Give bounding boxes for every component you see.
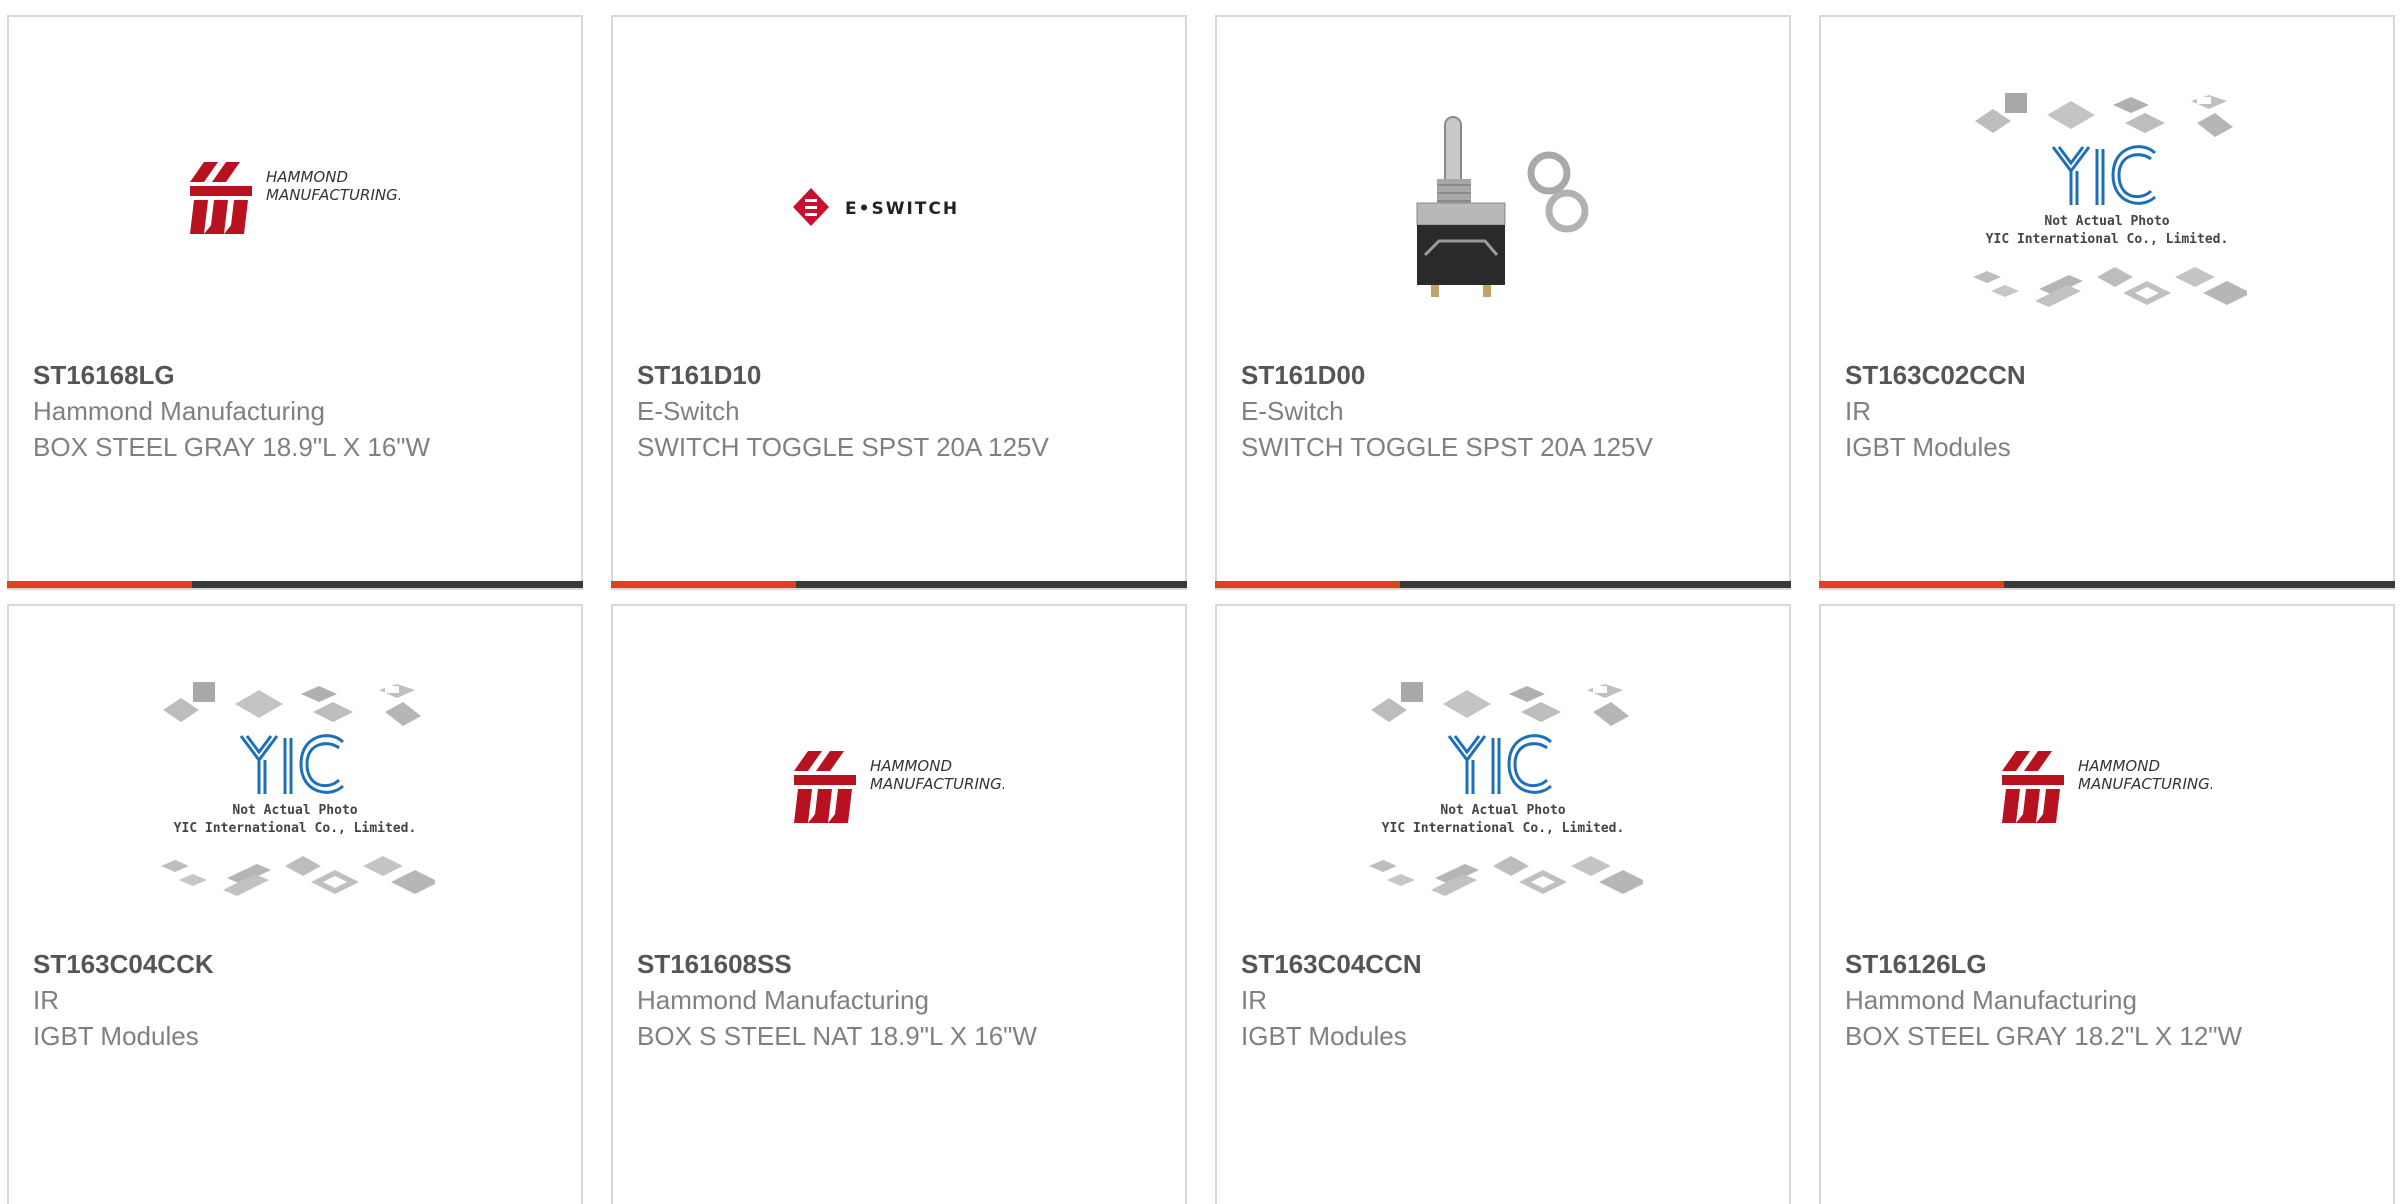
svg-text:HAMMOND: HAMMOND <box>266 168 348 186</box>
card-footer-accent <box>7 581 192 588</box>
card-footer-accent <box>611 581 796 588</box>
svg-text:YIC International Co., Limited: YIC International Co., Limited. <box>1382 821 1625 836</box>
product-card[interactable]: HAMMOND MANUFACTURING. ST16168LG Hammond… <box>7 15 583 590</box>
part-number[interactable]: ST161D00 <box>1241 357 1661 393</box>
product-image[interactable]: Not Actual Photo YIC International Co., … <box>1217 656 1789 936</box>
part-number[interactable]: ST16168LG <box>33 357 453 393</box>
description: IGBT Modules <box>1845 432 2011 462</box>
yic-placeholder-icon: Not Actual Photo YIC International Co., … <box>161 682 435 896</box>
product-image[interactable]: E•SWITCH <box>613 67 1185 347</box>
description: SWITCH TOGGLE SPST 20A 125V <box>637 432 1049 462</box>
description: BOX STEEL GRAY 18.9"L X 16"W <box>33 432 431 462</box>
manufacturer: E-Switch <box>1241 396 1344 426</box>
svg-text:MANUFACTURING.: MANUFACTURING. <box>870 775 1004 793</box>
description: SWITCH TOGGLE SPST 20A 125V <box>1241 432 1653 462</box>
card-footer-bar <box>1215 581 1791 588</box>
svg-text:E•SWITCH: E•SWITCH <box>845 199 959 219</box>
description: IGBT Modules <box>1241 1021 1407 1051</box>
product-image[interactable]: Not Actual Photo YIC International Co., … <box>1821 67 2393 347</box>
manufacturer: IR <box>1241 985 1267 1015</box>
part-number[interactable]: ST163C04CCN <box>1241 946 1661 982</box>
product-grid: HAMMOND MANUFACTURING. ST16168LG Hammond… <box>0 0 2400 1204</box>
product-card[interactable]: Not Actual Photo YIC International Co., … <box>1215 604 1791 1204</box>
part-number[interactable]: ST163C04CCK <box>33 946 453 982</box>
product-card[interactable]: ST161D00 E-Switch SWITCH TOGGLE SPST 20A… <box>1215 15 1791 590</box>
description: BOX STEEL GRAY 18.2"L X 12"W <box>1845 1021 2243 1051</box>
manufacturer: Hammond Manufacturing <box>33 396 325 426</box>
card-footer-bar <box>1819 581 2395 588</box>
part-number[interactable]: ST161608SS <box>637 946 1057 982</box>
product-card[interactable]: E•SWITCH ST161D10 E-Switch SWITCH TOGGLE… <box>611 15 1187 590</box>
svg-text:Not Actual Photo: Not Actual Photo <box>1440 803 1565 818</box>
card-footer-bar <box>7 581 583 588</box>
product-card[interactable]: HAMMOND MANUFACTURING. ST161608SS Hammon… <box>611 604 1187 1204</box>
svg-text:MANUFACTURING.: MANUFACTURING. <box>266 186 400 204</box>
svg-text:MANUFACTURING.: MANUFACTURING. <box>2078 775 2212 793</box>
card-footer-accent <box>1215 581 1400 588</box>
product-image[interactable]: Not Actual Photo YIC International Co., … <box>9 656 581 936</box>
svg-text:Not Actual Photo: Not Actual Photo <box>232 803 357 818</box>
manufacturer: IR <box>33 985 59 1015</box>
part-number[interactable]: ST16126LG <box>1845 946 2265 982</box>
description: IGBT Modules <box>33 1021 199 1051</box>
part-number[interactable]: ST161D10 <box>637 357 1057 393</box>
product-image[interactable] <box>1217 67 1789 347</box>
product-card[interactable]: HAMMOND MANUFACTURING. ST16126LG Hammond… <box>1819 604 2395 1204</box>
hammond-logo-icon: HAMMOND MANUFACTURING. <box>794 751 1004 823</box>
svg-text:Not Actual Photo: Not Actual Photo <box>2044 214 2169 229</box>
hammond-logo-icon: HAMMOND MANUFACTURING. <box>2002 751 2212 823</box>
product-image[interactable]: HAMMOND MANUFACTURING. <box>9 67 581 347</box>
product-card[interactable]: Not Actual Photo YIC International Co., … <box>1819 15 2395 590</box>
manufacturer: E-Switch <box>637 396 740 426</box>
card-footer-accent <box>1819 581 2004 588</box>
svg-text:HAMMOND: HAMMOND <box>2078 757 2160 775</box>
eswitch-logo-icon: E•SWITCH <box>793 188 959 226</box>
svg-text:HAMMOND: HAMMOND <box>870 757 952 775</box>
description: BOX S STEEL NAT 18.9"L X 16"W <box>637 1021 1037 1051</box>
product-image[interactable]: HAMMOND MANUFACTURING. <box>1821 656 2393 936</box>
manufacturer: IR <box>1845 396 1871 426</box>
svg-text:YIC International Co., Limited: YIC International Co., Limited. <box>1986 232 2229 247</box>
yic-placeholder-icon: Not Actual Photo YIC International Co., … <box>1973 93 2247 307</box>
part-number[interactable]: ST163C02CCN <box>1845 357 2265 393</box>
product-card[interactable]: Not Actual Photo YIC International Co., … <box>7 604 583 1204</box>
manufacturer: Hammond Manufacturing <box>637 985 929 1015</box>
svg-text:YIC International Co., Limited: YIC International Co., Limited. <box>174 821 417 836</box>
manufacturer: Hammond Manufacturing <box>1845 985 2137 1015</box>
hammond-logo-icon: HAMMOND MANUFACTURING. <box>190 162 400 234</box>
product-image[interactable]: HAMMOND MANUFACTURING. <box>613 656 1185 936</box>
card-footer-bar <box>611 581 1187 588</box>
yic-placeholder-icon: Not Actual Photo YIC International Co., … <box>1369 682 1643 896</box>
toggle-switch-icon <box>1416 116 1589 297</box>
